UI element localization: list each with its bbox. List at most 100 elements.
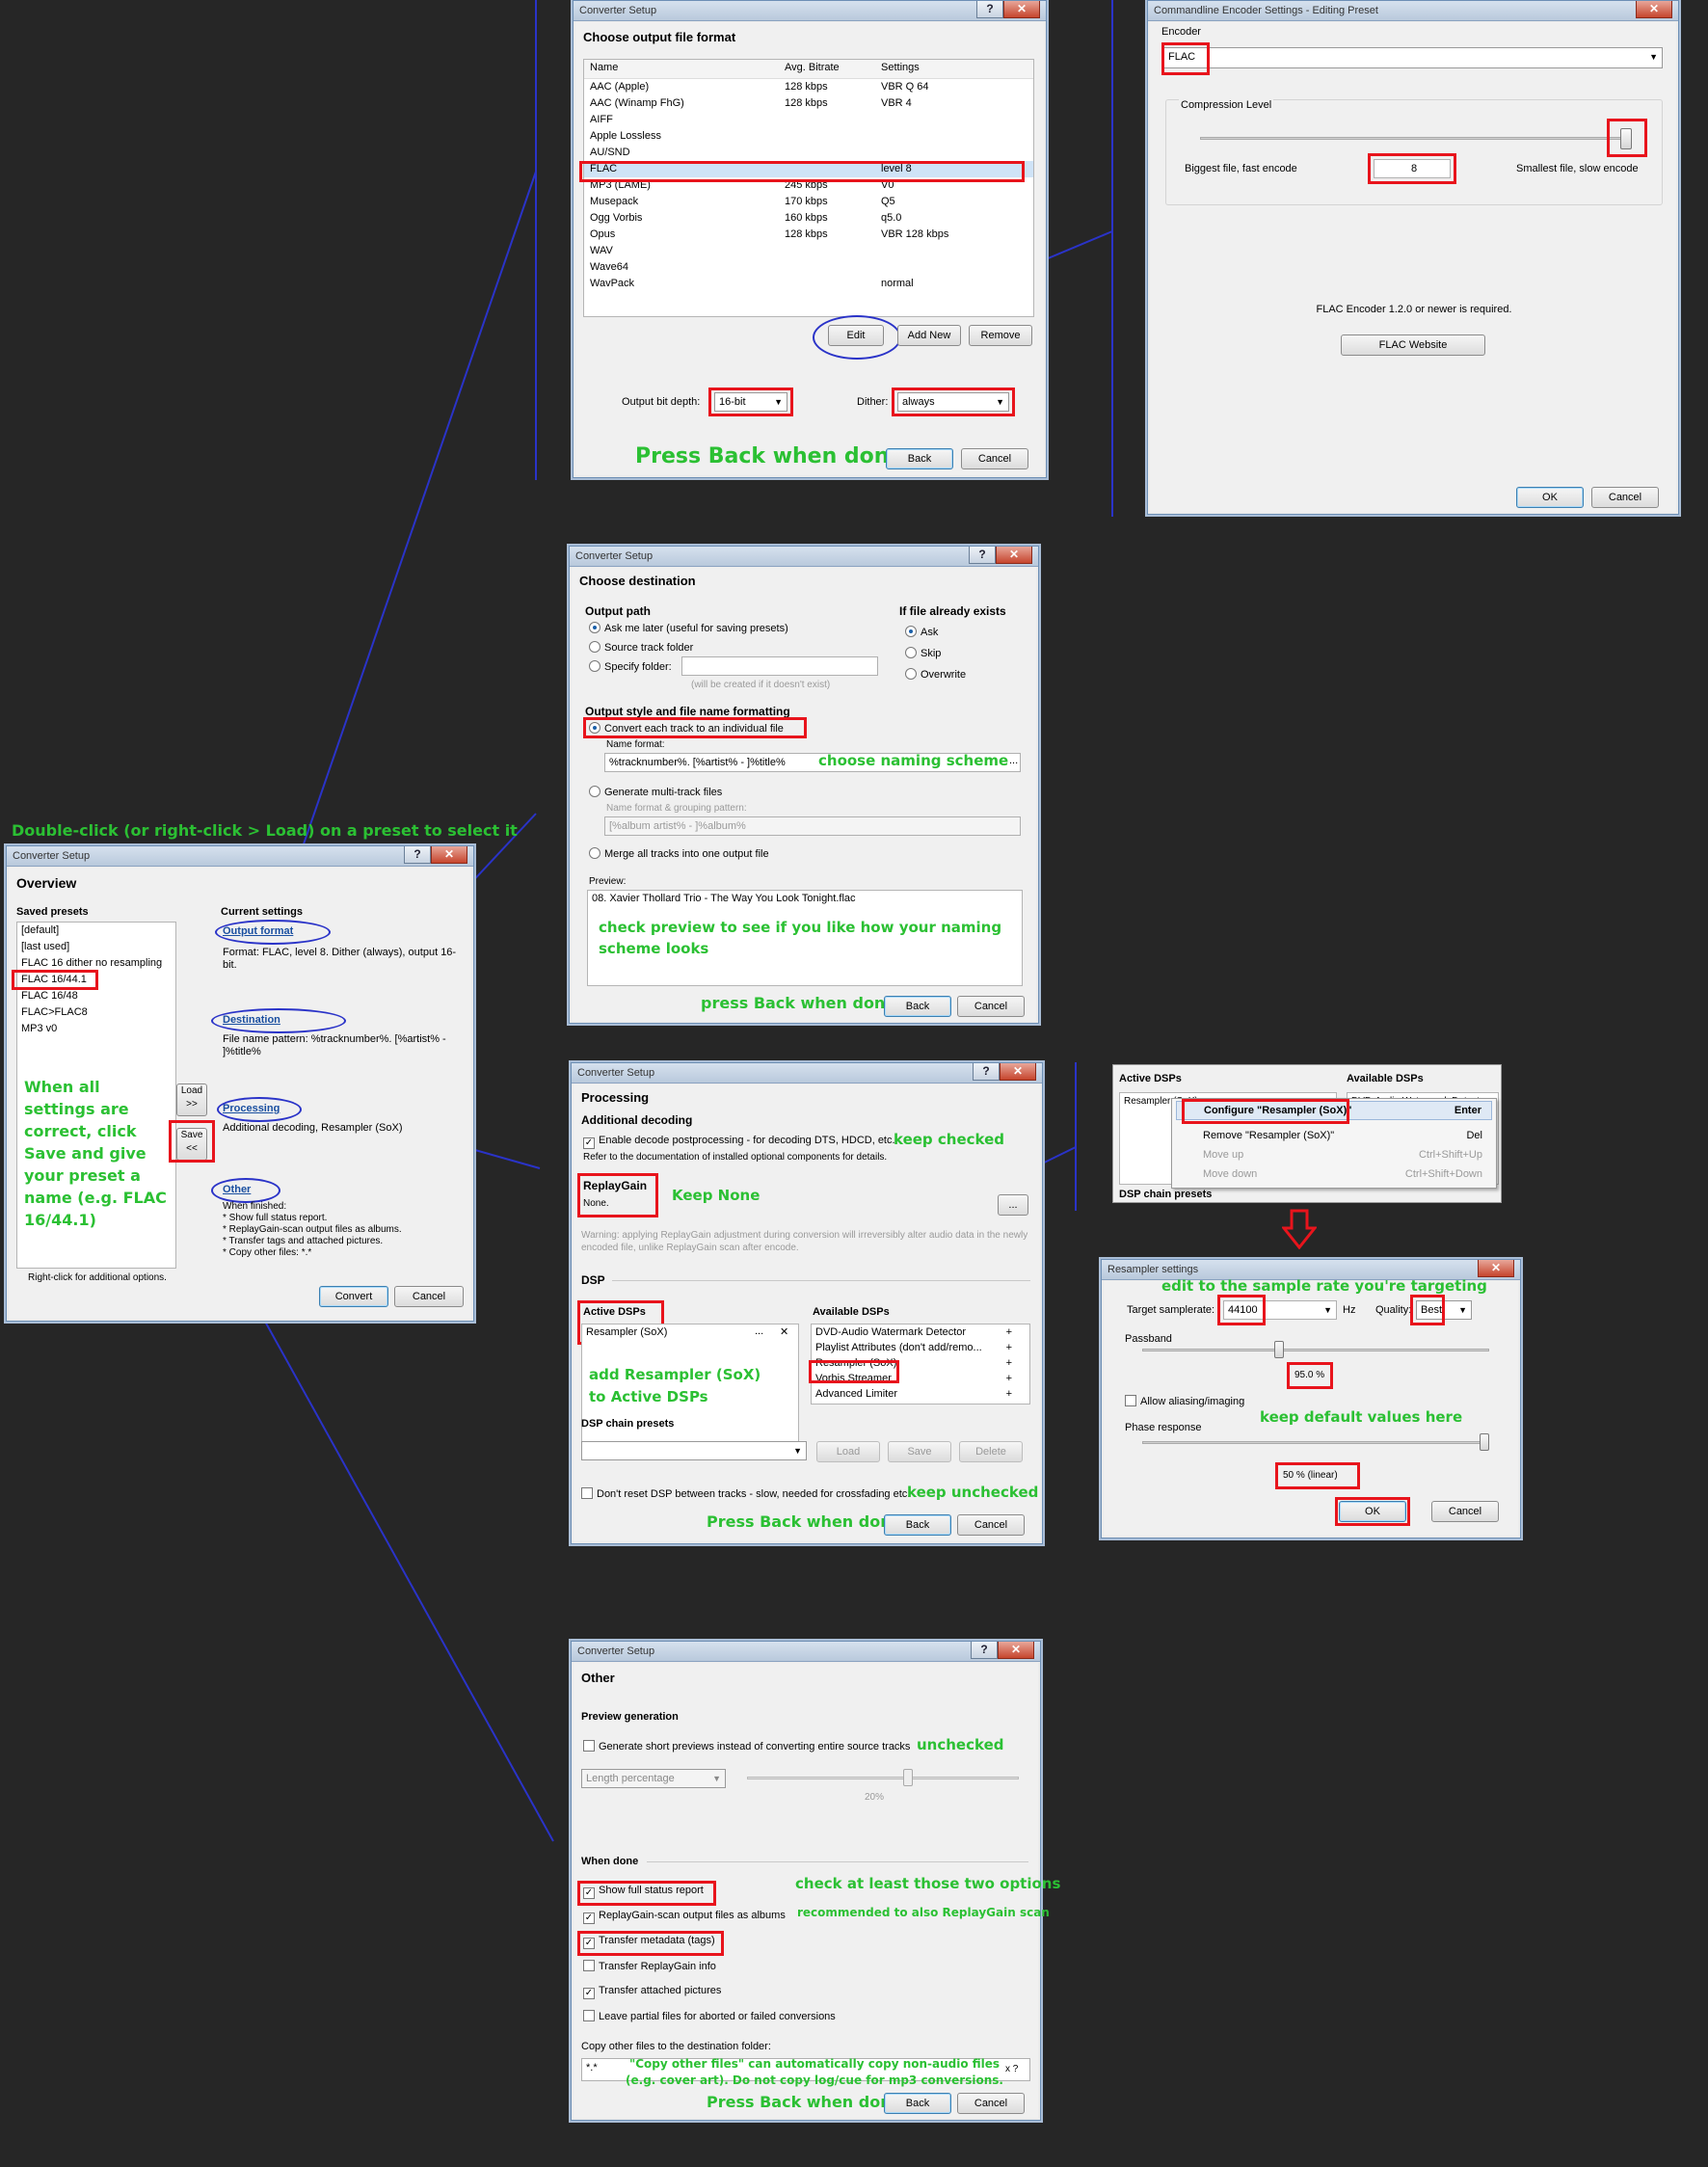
length-slider-thumb[interactable] bbox=[903, 1769, 913, 1786]
ok-button[interactable]: OK bbox=[1516, 487, 1584, 508]
preset-item[interactable]: FLAC>FLAC8 bbox=[17, 1004, 175, 1021]
active-dsp-item[interactable]: Resampler (SoX) bbox=[582, 1324, 798, 1341]
checkbox-icon[interactable] bbox=[583, 1960, 595, 1971]
when-done-option[interactable]: Leave partial files for aborted or faile… bbox=[583, 2010, 836, 2022]
close-button[interactable]: ✕ bbox=[431, 846, 467, 864]
cancel-button[interactable]: Cancel bbox=[394, 1286, 464, 1307]
available-dsp-item[interactable]: Advanced Limiter + bbox=[812, 1386, 1029, 1402]
back-button[interactable]: Back bbox=[884, 1514, 951, 1536]
remove-button[interactable]: Remove bbox=[969, 325, 1032, 346]
encoder-select[interactable]: FLAC ▼ bbox=[1163, 47, 1663, 68]
radio-icon[interactable] bbox=[589, 622, 600, 633]
load-button[interactable]: Load >> bbox=[176, 1084, 207, 1116]
checkbox-icon[interactable] bbox=[583, 2010, 595, 2021]
grouping-input[interactable]: [%album artist% - ]%album% bbox=[604, 816, 1021, 836]
format-row[interactable]: AU/SND bbox=[584, 145, 1033, 161]
format-row[interactable]: Apple Lossless bbox=[584, 128, 1033, 145]
enable-decode-option[interactable]: ✓ Enable decode postprocessing - for deco… bbox=[583, 1135, 895, 1149]
format-row[interactable]: Opus 128 kbps VBR 128 kbps bbox=[584, 227, 1033, 243]
phase-slider-thumb[interactable] bbox=[1480, 1433, 1489, 1451]
when-done-option[interactable]: ✓ Transfer attached pictures bbox=[583, 1985, 721, 1999]
radio-icon[interactable] bbox=[589, 847, 600, 859]
chain-presets-select[interactable]: ▼ bbox=[581, 1441, 807, 1460]
clear-icon[interactable]: x ? bbox=[1005, 2064, 1018, 2074]
available-dsp-item[interactable]: DVD-Audio Watermark Detector + bbox=[812, 1324, 1029, 1340]
length-select[interactable]: Length percentage ▼ bbox=[581, 1769, 726, 1788]
format-titlebar[interactable]: Converter Setup ? ✕ bbox=[574, 1, 1046, 21]
format-row[interactable]: AIFF bbox=[584, 112, 1033, 128]
checkbox-icon[interactable]: ✓ bbox=[583, 1913, 595, 1924]
convert-button[interactable]: Convert bbox=[319, 1286, 388, 1307]
exists-option-overwrite[interactable]: Overwrite bbox=[905, 668, 966, 681]
exists-option-ask[interactable]: Ask bbox=[905, 626, 938, 638]
add-new-button[interactable]: Add New bbox=[897, 325, 961, 346]
help-button[interactable]: ? bbox=[971, 1642, 998, 1659]
format-row[interactable]: Musepack 170 kbps Q5 bbox=[584, 194, 1033, 210]
format-row[interactable]: AAC (Apple) 128 kbps VBR Q 64 bbox=[584, 79, 1033, 95]
preset-item[interactable]: [default] bbox=[17, 923, 175, 939]
chain-delete-button[interactable]: Delete bbox=[959, 1441, 1023, 1462]
when-done-option[interactable]: Transfer ReplayGain info bbox=[583, 1960, 716, 1972]
help-button[interactable]: ? bbox=[973, 1063, 1000, 1081]
checkbox-icon[interactable]: ✓ bbox=[583, 1988, 595, 1999]
checkbox-icon[interactable]: ✓ bbox=[583, 1137, 595, 1149]
chain-load-button[interactable]: Load bbox=[816, 1441, 880, 1462]
menu-item-move-up[interactable]: Move up Ctrl+Shift+Up bbox=[1176, 1147, 1492, 1164]
cancel-button[interactable]: Cancel bbox=[957, 1514, 1025, 1536]
path-option-ask[interactable]: Ask me later (useful for saving presets) bbox=[589, 622, 788, 634]
overview-titlebar[interactable]: Converter Setup ? ✕ bbox=[7, 846, 473, 867]
checkbox-icon[interactable] bbox=[583, 1740, 595, 1752]
add-icon[interactable]: + bbox=[1006, 1386, 1012, 1402]
folder-input[interactable] bbox=[681, 656, 878, 676]
checkbox-icon[interactable] bbox=[581, 1487, 593, 1499]
close-button[interactable]: ✕ bbox=[1636, 1, 1672, 18]
close-button[interactable]: ✕ bbox=[1003, 1, 1040, 18]
cancel-button[interactable]: Cancel bbox=[961, 448, 1028, 469]
multi-track-option[interactable]: Generate multi-track files bbox=[589, 786, 722, 798]
close-button[interactable]: ✕ bbox=[996, 547, 1032, 564]
help-button[interactable]: ? bbox=[969, 547, 996, 564]
processing-titlebar[interactable]: Converter Setup ? ✕ bbox=[572, 1063, 1042, 1084]
path-option-specify[interactable]: Specify folder: bbox=[589, 660, 672, 673]
preset-item[interactable]: [last used] bbox=[17, 939, 175, 955]
name-format-ellipsis[interactable]: ... bbox=[1009, 755, 1018, 766]
add-icon[interactable]: + bbox=[1006, 1340, 1012, 1355]
passband-slider-thumb[interactable] bbox=[1273, 1341, 1284, 1358]
help-button[interactable]: ? bbox=[404, 846, 431, 864]
back-button[interactable]: Back bbox=[884, 996, 951, 1017]
menu-item-move-down[interactable]: Move down Ctrl+Shift+Down bbox=[1176, 1166, 1492, 1184]
available-dsp-item[interactable]: Playlist Attributes (don't add/remo... + bbox=[812, 1340, 1029, 1355]
generate-short-option[interactable]: Generate short previews instead of conve… bbox=[583, 1740, 910, 1752]
merge-option[interactable]: Merge all tracks into one output file bbox=[589, 847, 769, 860]
format-row[interactable]: WavPack normal bbox=[584, 276, 1033, 292]
add-icon[interactable]: + bbox=[1006, 1324, 1012, 1340]
cancel-button[interactable]: Cancel bbox=[1431, 1501, 1499, 1522]
flac-website-button[interactable]: FLAC Website bbox=[1341, 334, 1485, 356]
add-icon[interactable]: + bbox=[1006, 1355, 1012, 1371]
more-icon[interactable]: ... bbox=[755, 1325, 763, 1337]
replaygain-options-button[interactable]: ... bbox=[998, 1194, 1028, 1216]
phase-slider-track[interactable] bbox=[1142, 1441, 1489, 1444]
close-button[interactable]: ✕ bbox=[1478, 1260, 1514, 1277]
back-button[interactable]: Back bbox=[884, 2093, 951, 2114]
back-button[interactable]: Back bbox=[886, 448, 953, 469]
help-button[interactable]: ? bbox=[976, 1, 1003, 18]
format-row[interactable]: AAC (Winamp FhG) 128 kbps VBR 4 bbox=[584, 95, 1033, 112]
path-option-source[interactable]: Source track folder bbox=[589, 641, 693, 654]
preset-item[interactable]: FLAC 16/48 bbox=[17, 988, 175, 1004]
col-name[interactable]: Name bbox=[590, 60, 618, 76]
checkbox-icon[interactable] bbox=[1125, 1395, 1136, 1406]
aliasing-option[interactable]: Allow aliasing/imaging bbox=[1125, 1395, 1244, 1407]
radio-icon[interactable] bbox=[589, 786, 600, 797]
chain-save-button[interactable]: Save bbox=[888, 1441, 951, 1462]
when-done-option[interactable]: ✓ ReplayGain-scan output files as albums bbox=[583, 1910, 786, 1924]
format-row[interactable]: WAV bbox=[584, 243, 1033, 259]
add-icon[interactable]: + bbox=[1006, 1371, 1012, 1386]
col-settings[interactable]: Settings bbox=[881, 60, 920, 76]
radio-icon[interactable] bbox=[905, 626, 917, 637]
close-button[interactable]: ✕ bbox=[998, 1642, 1034, 1659]
format-row[interactable]: Ogg Vorbis 160 kbps q5.0 bbox=[584, 210, 1033, 227]
radio-icon[interactable] bbox=[589, 660, 600, 672]
radio-icon[interactable] bbox=[905, 668, 917, 680]
radio-icon[interactable] bbox=[905, 647, 917, 658]
